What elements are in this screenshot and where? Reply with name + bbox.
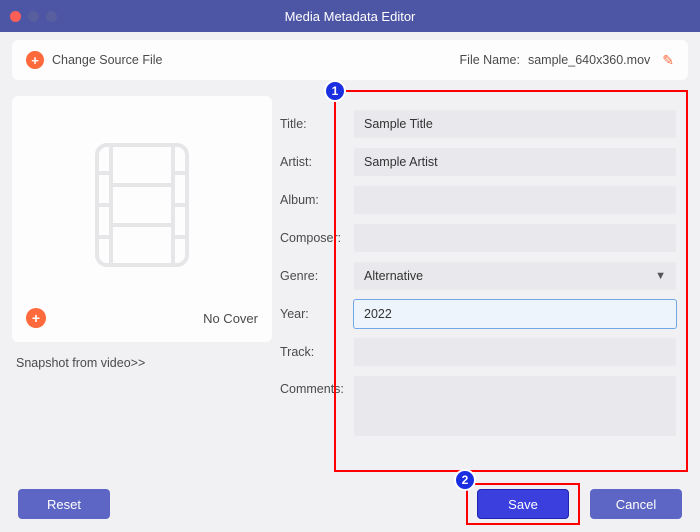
composer-field[interactable]: [354, 224, 676, 252]
genre-value: Alternative: [364, 269, 423, 283]
cover-placeholder: [26, 110, 258, 300]
comments-field[interactable]: [354, 376, 676, 436]
album-label: Album:: [280, 193, 352, 207]
close-window-button[interactable]: [10, 11, 21, 22]
genre-label: Genre:: [280, 269, 352, 283]
year-label: Year:: [280, 307, 352, 321]
annotation-step-2: 2: [454, 469, 476, 491]
maximize-window-button[interactable]: [46, 11, 57, 22]
track-field[interactable]: [354, 338, 676, 366]
window-title: Media Metadata Editor: [0, 9, 700, 24]
track-label: Track:: [280, 345, 352, 359]
cover-card: + No Cover: [12, 96, 272, 342]
cover-pane: + No Cover Snapshot from video>>: [12, 88, 272, 472]
artist-label: Artist:: [280, 155, 352, 169]
plus-icon: +: [26, 51, 44, 69]
snapshot-from-video-link[interactable]: Snapshot from video>>: [16, 356, 272, 370]
artist-field[interactable]: [354, 148, 676, 176]
annotation-highlight-2: 2 Save: [466, 483, 580, 525]
chevron-down-icon: ▼: [655, 270, 666, 282]
save-button[interactable]: Save: [477, 489, 569, 519]
genre-select[interactable]: Alternative ▼: [354, 262, 676, 290]
no-cover-label: No Cover: [203, 311, 258, 326]
title-label: Title:: [280, 117, 352, 131]
window-controls: [10, 11, 57, 22]
filename-label: File Name:: [460, 53, 520, 67]
title-field[interactable]: [354, 110, 676, 138]
comments-label: Comments:: [280, 376, 352, 396]
toolbar: + Change Source File File Name: sample_6…: [12, 40, 688, 80]
filename-value: sample_640x360.mov: [528, 53, 650, 67]
change-source-file-button[interactable]: + Change Source File: [26, 51, 162, 69]
edit-filename-icon[interactable]: ✎: [662, 52, 674, 69]
reset-button[interactable]: Reset: [18, 489, 110, 519]
change-source-file-label: Change Source File: [52, 53, 162, 67]
film-icon: [87, 140, 197, 270]
main-content: + No Cover Snapshot from video>> 1 Title…: [0, 88, 700, 472]
button-bar: Reset 2 Save Cancel: [0, 476, 700, 532]
metadata-form: Title: Artist: Album: Composer: Genre: A…: [272, 96, 688, 444]
minimize-window-button[interactable]: [28, 11, 39, 22]
composer-label: Composer:: [280, 231, 352, 245]
add-cover-button[interactable]: +: [26, 308, 46, 328]
titlebar: Media Metadata Editor: [0, 0, 700, 32]
metadata-form-pane: 1 Title: Artist: Album: Composer: Genre:…: [272, 88, 688, 472]
cover-footer: + No Cover: [26, 308, 258, 328]
cancel-button[interactable]: Cancel: [590, 489, 682, 519]
year-field[interactable]: [354, 300, 676, 328]
album-field[interactable]: [354, 186, 676, 214]
filename-display: File Name: sample_640x360.mov ✎: [460, 52, 674, 69]
